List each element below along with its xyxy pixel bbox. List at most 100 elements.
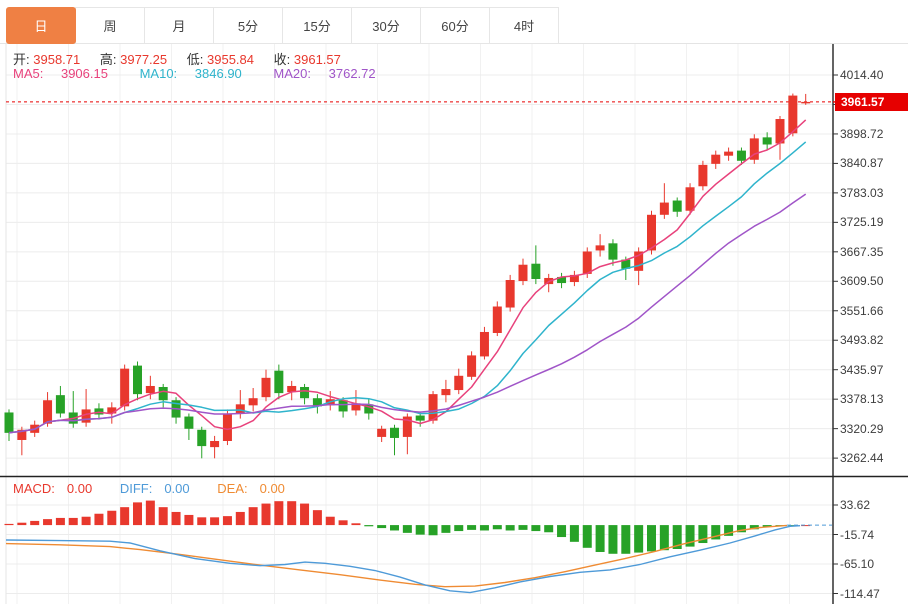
macd-bar <box>107 510 117 526</box>
price-axis-label: 3667.35 <box>840 244 884 259</box>
candle-body <box>4 412 14 433</box>
macd-bar <box>377 525 387 529</box>
tab-30min[interactable]: 30分 <box>351 7 421 44</box>
price-macd-chart[interactable] <box>0 0 908 604</box>
ma10-value: 3846.90 <box>194 66 242 81</box>
macd-bar <box>634 525 644 553</box>
macd-bar <box>621 525 631 554</box>
candle-body <box>518 264 528 282</box>
candle-body <box>788 95 798 134</box>
price-axis-label: 3493.82 <box>840 333 884 348</box>
macd-bar <box>544 525 554 533</box>
ma10-label: MA10: <box>139 66 178 81</box>
macd-bar <box>197 517 207 526</box>
macd-bar <box>287 501 297 526</box>
diff-value: 0.00 <box>164 481 190 496</box>
ma20-value: 3762.72 <box>328 66 376 81</box>
macd-bar <box>492 525 502 530</box>
macd-bar <box>158 507 168 526</box>
candle-body <box>454 375 464 391</box>
candle-body <box>724 151 734 156</box>
macd-axis-label: -65.10 <box>840 557 875 571</box>
candle-body <box>390 427 399 438</box>
macd-bar <box>145 500 155 526</box>
candle-body <box>467 355 477 377</box>
tab-bar: 日周月 5分 15分 30分 60分 4时 <box>6 7 559 44</box>
price-axis-label: 3783.03 <box>840 185 884 200</box>
candle-body <box>582 251 592 274</box>
candle-body <box>158 386 168 401</box>
macd-axis-label: 33.62 <box>840 498 871 512</box>
candle-body <box>659 202 669 215</box>
candle-body <box>261 377 271 398</box>
low-value: 3955.84 <box>207 52 254 67</box>
tab-month[interactable]: 月 <box>144 7 214 44</box>
macd-info-row: MACD: 0.00 DIFF: 0.00 DEA: 0.00 <box>13 481 309 496</box>
macd-bar <box>505 525 515 531</box>
ma-info-row: MA5: 3906.15 MA10: 3846.90 MA20: 3762.72 <box>13 66 404 81</box>
candle-body <box>698 164 708 187</box>
candle-body <box>184 416 194 429</box>
price-axis-label: 3840.87 <box>840 156 884 171</box>
macd-bar <box>184 514 194 526</box>
ma20-label: MA20: <box>273 66 311 81</box>
macd-bar <box>647 525 656 552</box>
price-axis-label: 3435.97 <box>840 362 884 377</box>
price-axis-label: 3898.72 <box>840 126 884 141</box>
candle-body <box>736 150 746 161</box>
macd-bar <box>274 501 284 526</box>
macd-bar <box>415 525 425 535</box>
macd-bar <box>248 507 258 526</box>
price-axis-label: 3262.44 <box>840 451 884 466</box>
macd-bar <box>531 525 541 532</box>
tab-week[interactable]: 周 <box>75 7 145 44</box>
ma5-label: MA5: <box>13 66 44 81</box>
candle-body <box>222 413 232 441</box>
macd-bar <box>30 520 40 526</box>
macd-bar <box>402 525 412 533</box>
macd-bar <box>210 517 220 526</box>
macd-bar <box>4 523 14 526</box>
macd-axis-label: -114.47 <box>840 586 880 601</box>
macd-bar <box>467 525 477 530</box>
candle-body <box>479 331 489 357</box>
macd-value: 0.00 <box>66 481 93 496</box>
diff-label: DIFF: <box>119 481 153 496</box>
macd-bar <box>569 525 579 542</box>
price-axis-label: 3320.29 <box>840 421 884 436</box>
ma5-value: 3906.15 <box>60 66 108 81</box>
macd-bar <box>171 511 181 526</box>
candle-body <box>762 137 772 145</box>
macd-bar <box>43 519 53 526</box>
macd-bar <box>17 522 27 526</box>
candle-body <box>94 408 104 415</box>
macd-bar <box>454 525 464 532</box>
macd-bar <box>94 513 104 526</box>
tab-day[interactable]: 日 <box>6 7 76 44</box>
price-axis-label: 3725.19 <box>840 215 884 230</box>
tab-15min[interactable]: 15分 <box>282 7 352 44</box>
candle-body <box>145 385 155 394</box>
tab-5min[interactable]: 5分 <box>213 7 283 44</box>
macd-bar <box>595 525 605 552</box>
candle-body <box>248 398 258 406</box>
macd-bar <box>518 525 528 530</box>
tab-4hour[interactable]: 4时 <box>489 7 559 44</box>
current-price-badge: 3961.57 <box>835 93 908 111</box>
macd-bar <box>68 517 78 526</box>
low-label: 低: <box>186 52 204 67</box>
macd-bar <box>608 525 618 554</box>
open-label: 开: <box>13 52 30 67</box>
price-axis-label: 3551.66 <box>840 303 884 318</box>
candle-body <box>672 200 682 212</box>
macd-bar <box>300 503 310 526</box>
tab-60min[interactable]: 60分 <box>420 7 490 44</box>
candle-body <box>608 243 618 260</box>
close-value: 3961.57 <box>293 52 341 67</box>
macd-bar <box>582 525 592 548</box>
macd-axis-label: -15.74 <box>840 527 875 542</box>
candle-body <box>274 370 284 394</box>
price-axis-label: 3378.13 <box>840 392 884 407</box>
candle-body <box>595 245 605 251</box>
candle-body <box>235 404 245 414</box>
